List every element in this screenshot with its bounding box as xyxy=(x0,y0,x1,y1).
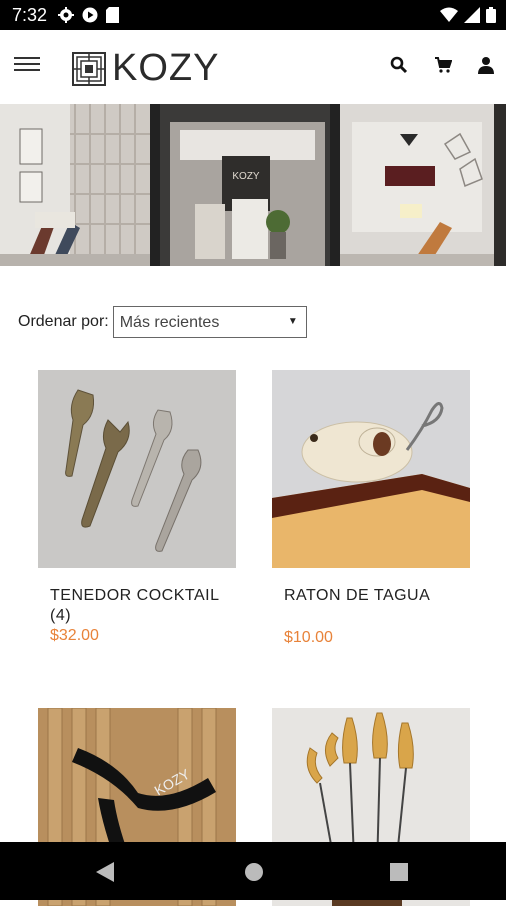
home-icon[interactable] xyxy=(244,862,264,882)
account-icon[interactable] xyxy=(478,56,494,74)
product-image[interactable] xyxy=(38,370,236,568)
product-name[interactable]: RATON DE TAGUA xyxy=(284,586,464,606)
cart-icon[interactable] xyxy=(434,56,452,74)
status-time: 7:32 xyxy=(12,5,48,25)
sort-label: Ordenar por: xyxy=(18,313,109,330)
product-price: $10.00 xyxy=(284,629,333,646)
sort-select[interactable]: Más recientes ▼ xyxy=(112,306,307,338)
wifi-icon xyxy=(440,7,458,22)
product-card[interactable]: RATON DE TAGUA $10.00 xyxy=(272,370,470,648)
sort-selected-value: Más recientes xyxy=(119,314,220,331)
sim-card-icon xyxy=(106,7,119,23)
sort-row: Ordenar por: Más recientes ▼ xyxy=(18,305,307,339)
product-price: $32.00 xyxy=(50,627,99,644)
app-bar: KOZY xyxy=(0,30,506,104)
play-icon xyxy=(82,7,98,23)
storefront-banner-image: KOZY xyxy=(0,104,506,266)
menu-icon[interactable] xyxy=(14,53,44,81)
kozy-emblem-icon xyxy=(72,51,106,86)
system-nav-bar xyxy=(0,842,506,900)
svg-text:KOZY: KOZY xyxy=(232,171,260,182)
recents-icon[interactable] xyxy=(390,863,408,881)
brand-name: KOZY xyxy=(112,47,220,89)
product-image[interactable] xyxy=(272,370,470,568)
back-icon[interactable] xyxy=(96,862,114,882)
dropdown-arrow-icon: ▼ xyxy=(287,316,298,327)
battery-icon xyxy=(486,7,496,23)
product-name[interactable]: TENEDOR COCKTAIL (4) xyxy=(50,586,230,626)
product-card[interactable]: TENEDOR COCKTAIL (4) $32.00 xyxy=(38,370,236,646)
brand-logo[interactable]: KOZY xyxy=(72,47,219,90)
signal-icon xyxy=(464,7,480,23)
settings-icon xyxy=(58,7,74,23)
status-bar: 7:32 xyxy=(0,0,506,30)
search-icon[interactable] xyxy=(390,56,408,74)
